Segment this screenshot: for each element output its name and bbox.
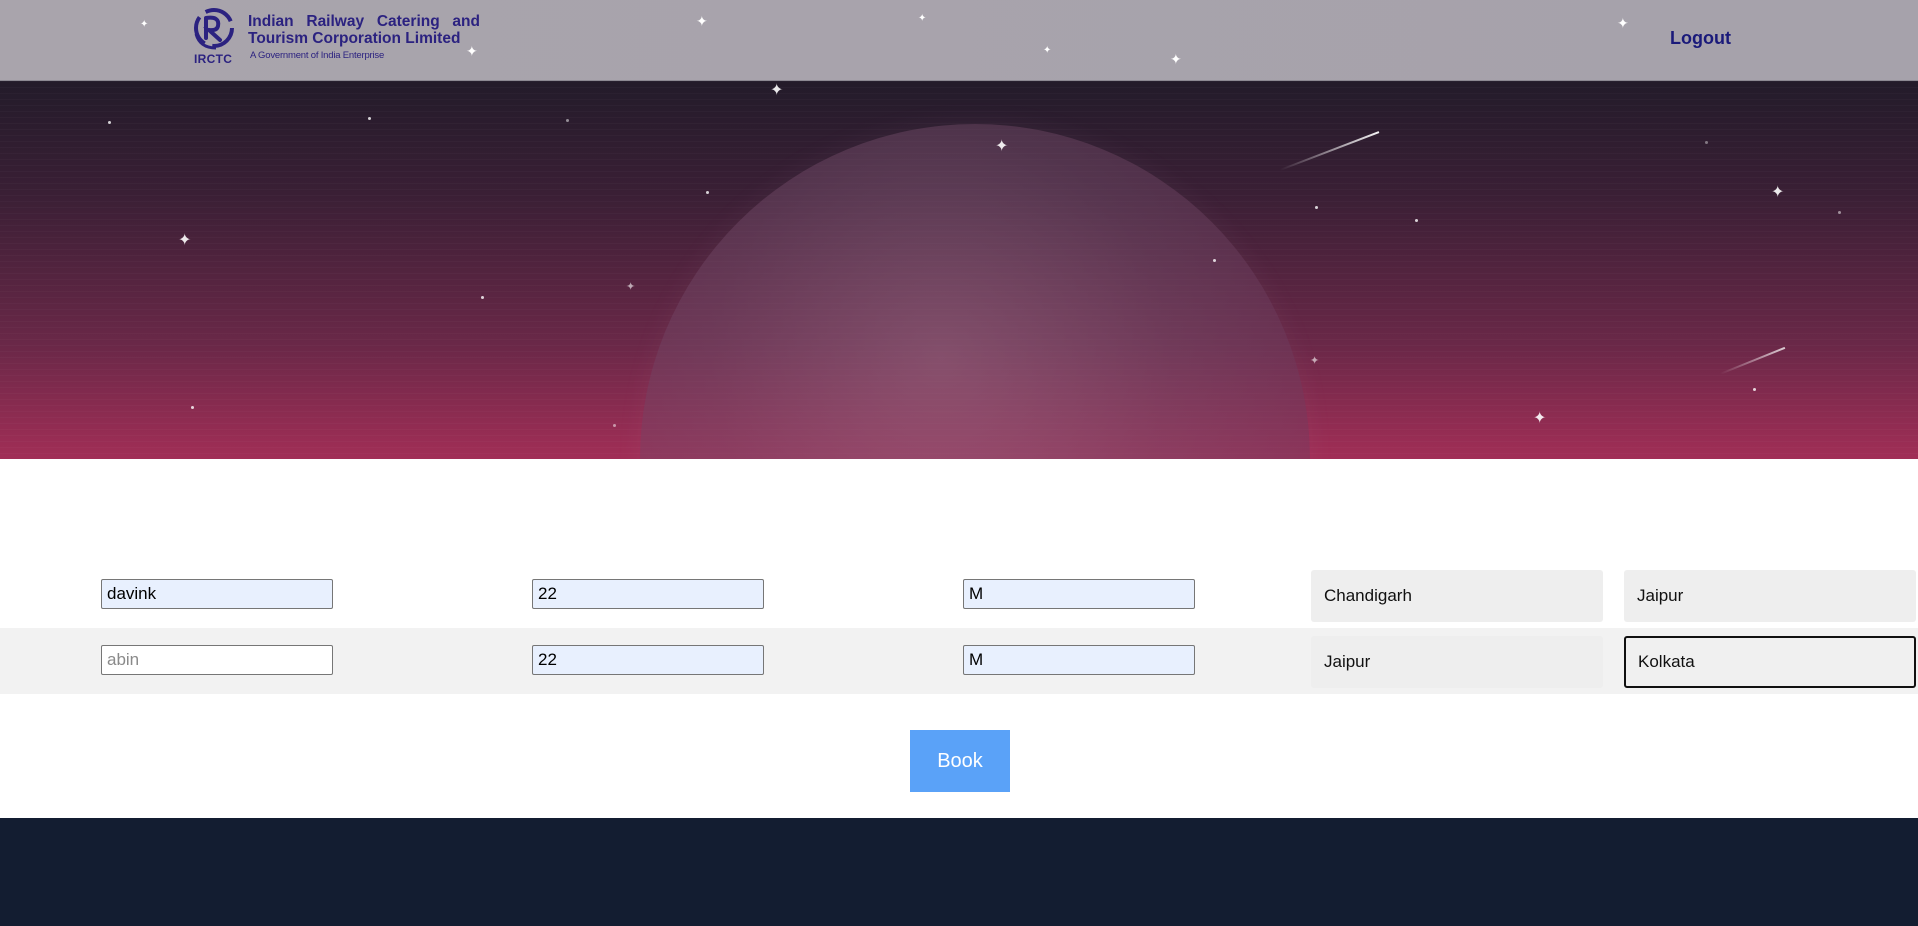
- star-decoration: [706, 191, 709, 194]
- top-header: ✦ ✦ ✦ ✦ ✦ ✦ ✦ IRCTC Indian Railway Cater…: [0, 0, 1918, 81]
- star-decoration: [1838, 211, 1841, 214]
- page-footer: [0, 818, 1918, 926]
- logo-abbreviation: IRCTC: [194, 52, 233, 66]
- passenger-row: Chandigarh Jaipur: [0, 562, 1918, 628]
- sparkle-icon: ✦: [1533, 410, 1547, 427]
- passenger-gender-input[interactable]: [963, 579, 1195, 609]
- organization-name-line2: Tourism Corporation Limited: [248, 30, 461, 47]
- sparkle-icon: ✦: [1170, 51, 1182, 67]
- star-decoration: [1315, 206, 1318, 209]
- organization-name: Indian Railway Catering and Tourism Corp…: [248, 13, 480, 47]
- irctc-logo-icon: [194, 8, 234, 50]
- sparkle-icon: ✦: [1310, 355, 1320, 367]
- passenger-gender-input[interactable]: [963, 645, 1195, 675]
- passenger-age-input[interactable]: [532, 579, 764, 609]
- sparkle-icon: ✦: [178, 232, 192, 249]
- from-station-select[interactable]: Jaipur: [1311, 636, 1603, 688]
- passenger-name-input[interactable]: [101, 645, 333, 675]
- star-decoration: [566, 119, 569, 122]
- to-station-select[interactable]: Jaipur: [1624, 570, 1916, 622]
- sparkle-icon: ✦: [918, 13, 927, 24]
- star-decoration: [1705, 141, 1708, 144]
- to-station-select[interactable]: Kolkata: [1624, 636, 1916, 688]
- sparkle-icon: ✦: [626, 281, 636, 293]
- sparkle-icon: ✦: [1043, 45, 1052, 56]
- sparkle-icon: ✦: [770, 82, 784, 99]
- passenger-age-input[interactable]: [532, 645, 764, 675]
- sparkle-icon: ✦: [995, 138, 1009, 155]
- passenger-name-input[interactable]: [101, 579, 333, 609]
- sparkle-icon: ✦: [1771, 184, 1785, 201]
- organization-tagline: A Government of India Enterprise: [250, 50, 385, 61]
- star-decoration: [1213, 259, 1216, 262]
- star-decoration: [613, 424, 616, 427]
- from-station-select[interactable]: Chandigarh: [1311, 570, 1603, 622]
- star-decoration: [1415, 219, 1418, 222]
- star-decoration: [1753, 388, 1756, 391]
- star-decoration: [481, 296, 484, 299]
- passenger-row: Jaipur Kolkata: [0, 628, 1918, 694]
- book-button[interactable]: Book: [910, 730, 1010, 792]
- hero-banner: ✦ ✦ ✦ ✦ ✦ ✦ ✦: [0, 81, 1918, 459]
- sparkle-icon: ✦: [1617, 15, 1629, 31]
- organization-name-line1: Indian Railway Catering and: [248, 13, 480, 30]
- logout-link[interactable]: Logout: [1670, 28, 1731, 49]
- star-decoration: [108, 121, 111, 124]
- irctc-logo[interactable]: IRCTC Indian Railway Catering and Touris…: [190, 4, 490, 70]
- sparkle-icon: ✦: [696, 13, 708, 29]
- star-decoration: [368, 117, 371, 120]
- star-decoration: [191, 406, 194, 409]
- sparkle-icon: ✦: [140, 19, 149, 30]
